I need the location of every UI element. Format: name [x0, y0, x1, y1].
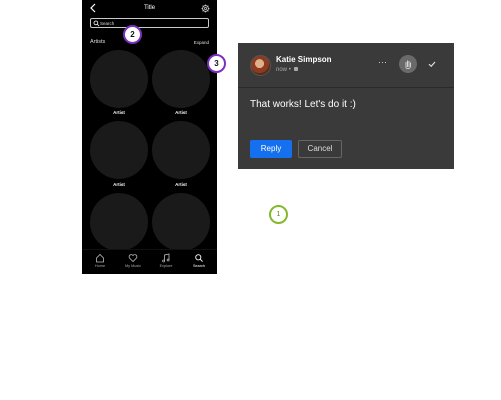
author-name: Katie Simpson	[276, 55, 332, 64]
expand-link[interactable]: Expand	[194, 40, 209, 45]
tab-label: My Music	[124, 264, 142, 268]
heart-icon	[128, 254, 138, 263]
comment-meta: now •	[276, 67, 299, 73]
checkmark-icon[interactable]	[426, 58, 438, 70]
tab-home[interactable]: Home	[85, 253, 115, 268]
top-bar: Title	[82, 0, 217, 17]
tab-search[interactable]: Search	[184, 253, 214, 268]
search-field[interactable]	[90, 18, 209, 28]
lock-icon	[294, 67, 299, 72]
annotation-badge-1: 1	[269, 205, 288, 224]
gear-icon[interactable]	[201, 4, 210, 13]
tab-bar: Home My Music Explore Search	[82, 249, 217, 274]
search-icon	[195, 254, 203, 262]
comment-card: Katie Simpson now • ··· That works! Let'…	[238, 43, 454, 169]
home-icon	[96, 253, 104, 263]
tab-label: Search	[192, 264, 206, 268]
artist-image[interactable]	[90, 50, 148, 108]
artist-image[interactable]	[90, 193, 148, 251]
annotation-badge-3: 3	[207, 54, 226, 73]
artist-image[interactable]	[152, 121, 210, 179]
artist-label: Artist	[113, 182, 125, 187]
comment-text: That works! Let's do it :)	[250, 99, 356, 110]
artist-image[interactable]	[90, 121, 148, 179]
artist-label: Artist	[175, 110, 187, 115]
tab-explore[interactable]: Explore	[151, 253, 181, 268]
artist-label: Artist	[113, 110, 125, 115]
tab-label: Explore	[159, 264, 173, 268]
artist-image[interactable]	[152, 50, 210, 108]
avatar	[250, 55, 271, 76]
tab-label: Home	[94, 264, 106, 268]
comment-time: now	[276, 67, 288, 73]
hand-icon	[405, 60, 411, 69]
search-input[interactable]	[100, 19, 200, 27]
more-options-button[interactable]: ···	[378, 57, 387, 67]
artist-image[interactable]	[152, 193, 210, 251]
reply-button[interactable]: Reply	[250, 140, 292, 158]
meta-separator: •	[288, 67, 291, 73]
annotation-badge-2: 2	[123, 25, 142, 44]
search-icon	[93, 20, 100, 27]
artist-label: Artist	[175, 182, 187, 187]
assign-button[interactable]	[399, 55, 417, 73]
music-note-icon	[162, 253, 170, 263]
cancel-button[interactable]: Cancel	[298, 140, 342, 158]
section-title-artists: Artists	[90, 39, 106, 45]
comment-header: Katie Simpson now • ···	[238, 43, 454, 88]
tab-my-music[interactable]: My Music	[118, 253, 148, 268]
page-title: Title	[143, 5, 156, 11]
phone-screen: Title Artists Expand Artist Artist Artis…	[82, 0, 217, 274]
